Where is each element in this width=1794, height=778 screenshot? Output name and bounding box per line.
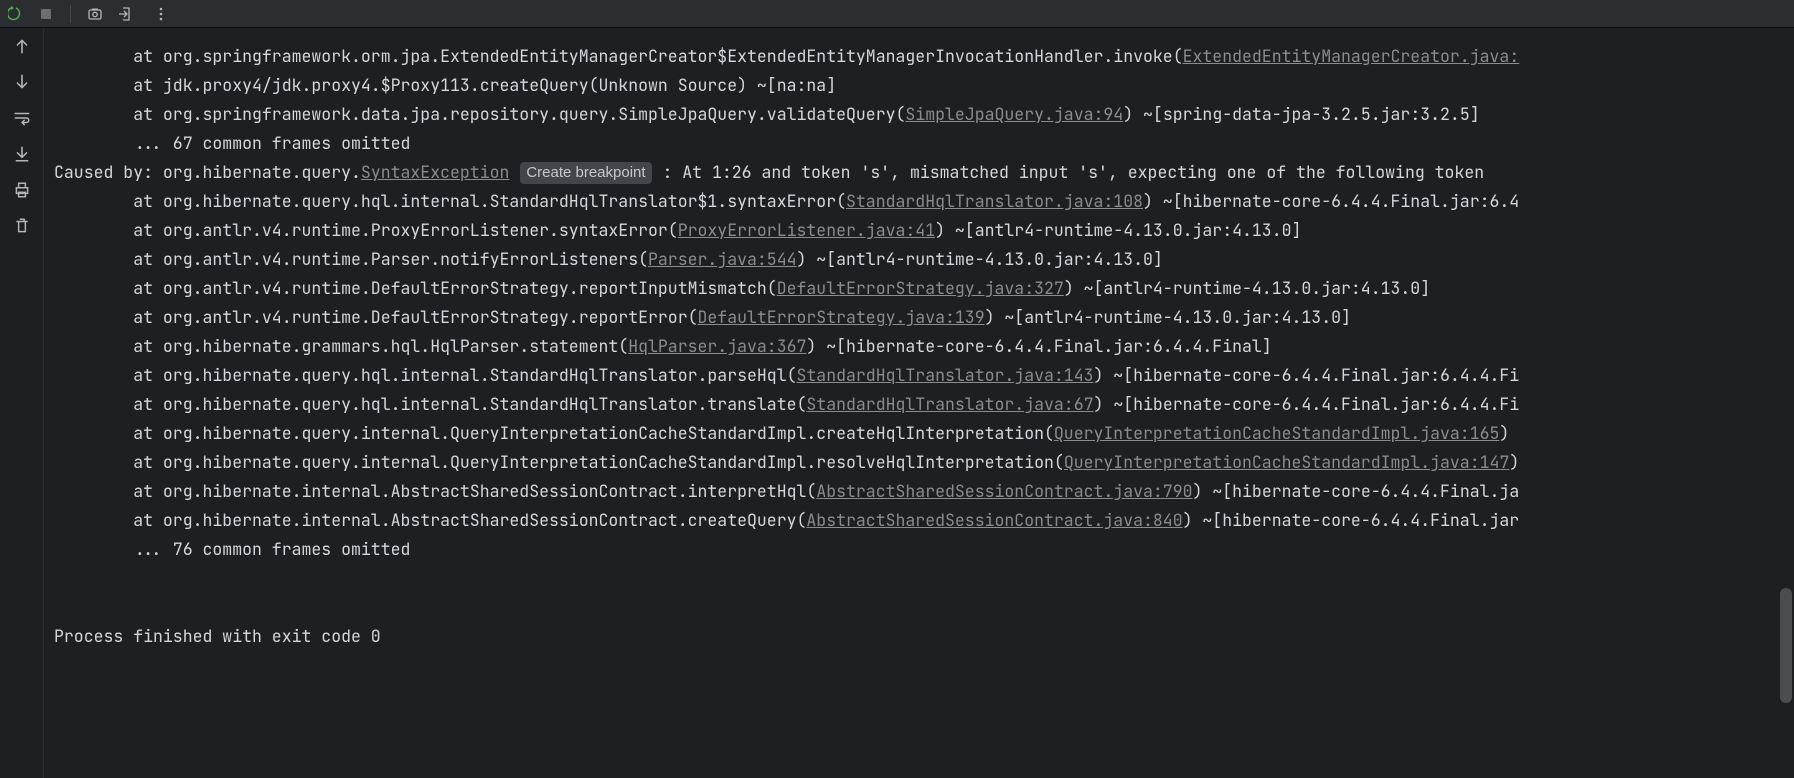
run-toolbar: [0, 0, 1794, 28]
print-icon[interactable]: [12, 180, 32, 200]
source-link[interactable]: ProxyErrorListener.java:41: [678, 219, 935, 241]
stop-icon[interactable]: [38, 6, 54, 22]
console-line: at org.hibernate.query.internal.QueryInt…: [54, 448, 1794, 477]
arrow-up-icon[interactable]: [12, 36, 32, 56]
scroll-to-end-icon[interactable]: [12, 144, 32, 164]
console-gutter: [0, 28, 44, 778]
console-line: ... 76 common frames omitted: [54, 535, 1794, 564]
scrollbar-thumb[interactable]: [1780, 588, 1792, 703]
console-line: at org.springframework.orm.jpa.ExtendedE…: [54, 42, 1794, 71]
source-link[interactable]: StandardHqlTranslator.java:108: [846, 190, 1143, 212]
source-link[interactable]: Parser.java:544: [648, 248, 797, 270]
source-link[interactable]: HqlParser.java:367: [628, 335, 806, 357]
console-line: at org.hibernate.internal.AbstractShared…: [54, 477, 1794, 506]
console-line: at org.hibernate.query.hql.internal.Stan…: [54, 187, 1794, 216]
soft-wrap-icon[interactable]: [12, 108, 32, 128]
source-link[interactable]: SimpleJpaQuery.java:94: [905, 103, 1123, 125]
source-link[interactable]: ExtendedEntityManagerCreator.java:: [1183, 45, 1520, 67]
console-line: at org.hibernate.grammars.hql.HqlParser.…: [54, 332, 1794, 361]
screenshot-icon[interactable]: [87, 6, 103, 22]
console-line: at org.hibernate.query.internal.QueryInt…: [54, 419, 1794, 448]
trash-icon[interactable]: [12, 216, 32, 236]
source-link[interactable]: DefaultErrorStrategy.java:139: [698, 306, 985, 328]
console-output[interactable]: at org.springframework.orm.jpa.ExtendedE…: [44, 28, 1794, 778]
console-line: [54, 564, 1794, 593]
source-link[interactable]: SyntaxException: [361, 161, 510, 183]
exit-icon[interactable]: [117, 6, 133, 22]
console-line: at jdk.proxy4/jdk.proxy4.$Proxy113.creat…: [54, 71, 1794, 100]
console-line: [54, 593, 1794, 622]
rerun-icon[interactable]: [8, 6, 24, 22]
source-link[interactable]: DefaultErrorStrategy.java:327: [777, 277, 1064, 299]
source-link[interactable]: AbstractSharedSessionContract.java:840: [806, 509, 1182, 531]
console-line: Caused by: org.hibernate.query.SyntaxExc…: [54, 158, 1794, 187]
console-line: Process finished with exit code 0: [54, 622, 1794, 651]
console-line: at org.antlr.v4.runtime.DefaultErrorStra…: [54, 303, 1794, 332]
console-line: at org.hibernate.query.hql.internal.Stan…: [54, 390, 1794, 419]
toolbar-separator: [70, 5, 71, 23]
console-line: at org.antlr.v4.runtime.Parser.notifyErr…: [54, 245, 1794, 274]
source-link[interactable]: QueryInterpretationCacheStandardImpl.jav…: [1054, 422, 1500, 444]
source-link[interactable]: QueryInterpretationCacheStandardImpl.jav…: [1064, 451, 1510, 473]
arrow-down-icon[interactable]: [12, 72, 32, 92]
source-link[interactable]: AbstractSharedSessionContract.java:790: [816, 480, 1192, 502]
source-link[interactable]: StandardHqlTranslator.java:67: [806, 393, 1093, 415]
source-link[interactable]: StandardHqlTranslator.java:143: [797, 364, 1094, 386]
create-breakpoint-badge[interactable]: Create breakpoint: [520, 162, 651, 184]
console-line: at org.hibernate.query.hql.internal.Stan…: [54, 361, 1794, 390]
console-line: at org.antlr.v4.runtime.ProxyErrorListen…: [54, 216, 1794, 245]
console-line: at org.springframework.data.jpa.reposito…: [54, 100, 1794, 129]
more-icon[interactable]: [153, 6, 169, 22]
console-line: at org.hibernate.internal.AbstractShared…: [54, 506, 1794, 535]
console-line: ... 67 common frames omitted: [54, 129, 1794, 158]
console-line: at org.antlr.v4.runtime.DefaultErrorStra…: [54, 274, 1794, 303]
